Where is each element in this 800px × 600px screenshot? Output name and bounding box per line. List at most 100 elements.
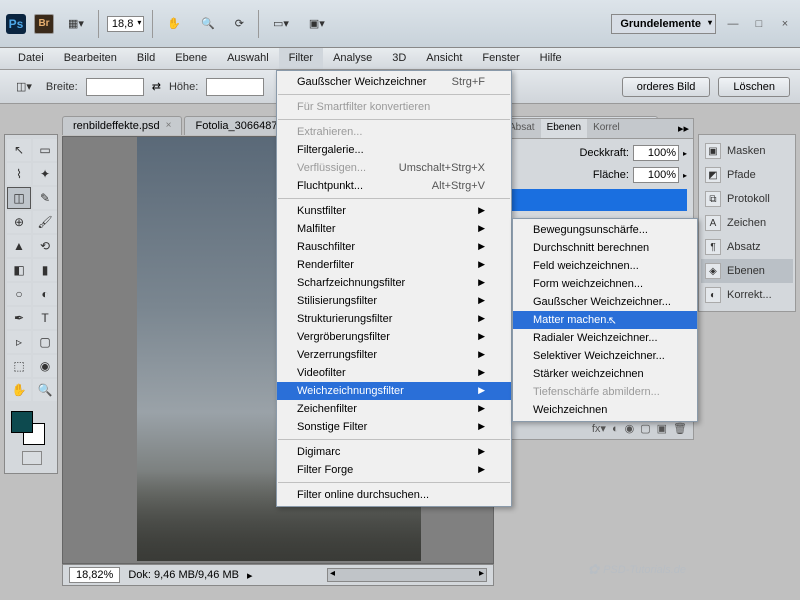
blur-tool-icon[interactable]: ○ [7, 283, 31, 305]
clear-button[interactable]: Löschen [718, 77, 790, 97]
menu-fenster[interactable]: Fenster [472, 48, 529, 69]
panel-masken[interactable]: ▣Masken [701, 139, 793, 163]
screen-mode-icon[interactable]: ▣▾ [303, 15, 331, 32]
sub-bewegung[interactable]: Bewegungsunschärfe... [513, 221, 697, 239]
fx-icon[interactable]: fx▾ [592, 422, 606, 435]
heal-tool-icon[interactable]: ⊕ [7, 211, 31, 233]
menu-rauschfilter[interactable]: Rauschfilter▶ [277, 238, 511, 256]
sub-feld[interactable]: Feld weichzeichnen... [513, 257, 697, 275]
menu-3d[interactable]: 3D [382, 48, 416, 69]
menu-auswahl[interactable]: Auswahl [217, 48, 279, 69]
crop-tool-icon[interactable]: ◫ [7, 187, 31, 209]
menu-filterforge[interactable]: Filter Forge▶ [277, 461, 511, 479]
eraser-tool-icon[interactable]: ◧ [7, 259, 31, 281]
sub-durchschnitt[interactable]: Durchschnitt berechnen [513, 239, 697, 257]
panel-more-icon[interactable]: ▸▸ [674, 119, 693, 138]
menu-renderfilter[interactable]: Renderfilter▶ [277, 256, 511, 274]
adjust-icon[interactable]: ◉ [625, 422, 635, 435]
minimize-icon[interactable]: — [724, 18, 742, 30]
3d-tool-icon[interactable]: ⬚ [7, 355, 31, 377]
stamp-tool-icon[interactable]: ▲ [7, 235, 31, 257]
menu-ansicht[interactable]: Ansicht [416, 48, 472, 69]
sub-matter[interactable]: Matter machen...↖ [513, 311, 697, 329]
chevron-right-icon[interactable]: ▸ [683, 171, 687, 180]
height-input[interactable] [206, 78, 264, 96]
menu-stilisierung[interactable]: Stilisierungsfilter▶ [277, 292, 511, 310]
chevron-right-icon[interactable]: ▸ [683, 149, 687, 158]
menu-filter[interactable]: Filter [279, 48, 323, 69]
close-icon[interactable]: × [776, 18, 794, 30]
tab-korrekturen[interactable]: Korrel [587, 119, 626, 138]
folder-icon[interactable]: ▢ [640, 422, 650, 435]
history-brush-icon[interactable]: ⟲ [33, 235, 57, 257]
path-select-icon[interactable]: ▹ [7, 331, 31, 353]
trash-icon[interactable]: 🗑 [673, 422, 687, 435]
opacity-input[interactable] [633, 145, 679, 161]
marquee-tool-icon[interactable]: ▭ [33, 139, 57, 161]
width-input[interactable] [86, 78, 144, 96]
panel-pfade[interactable]: ◩Pfade [701, 163, 793, 187]
sub-staerker[interactable]: Stärker weichzeichnen [513, 365, 697, 383]
quickmask-icon[interactable] [22, 451, 42, 465]
sub-gauss[interactable]: Gaußscher Weichzeichner... [513, 293, 697, 311]
menu-bearbeiten[interactable]: Bearbeiten [54, 48, 127, 69]
move-tool-icon[interactable]: ↖ [7, 139, 31, 161]
shape-tool-icon[interactable]: ▢ [33, 331, 57, 353]
menu-scharfzeichnung[interactable]: Scharfzeichnungsfilter▶ [277, 274, 511, 292]
panel-absatz[interactable]: ¶Absatz [701, 235, 793, 259]
zoom-select[interactable]: 18,8 [107, 16, 144, 32]
menu-sonstige[interactable]: Sonstige Filter▶ [277, 418, 511, 436]
menu-verzerrung[interactable]: Verzerrungsfilter▶ [277, 346, 511, 364]
menu-videofilter[interactable]: Videofilter▶ [277, 364, 511, 382]
hand-tool-icon[interactable]: ✋ [7, 379, 31, 401]
brush-tool-icon[interactable]: 🖌 [33, 211, 57, 233]
menu-hilfe[interactable]: Hilfe [530, 48, 572, 69]
tab-ebenen[interactable]: Ebenen [541, 119, 587, 138]
menu-weichzeichnung[interactable]: Weichzeichnungsfilter▶ [277, 382, 511, 400]
sub-form[interactable]: Form weichzeichnen... [513, 275, 697, 293]
type-tool-icon[interactable]: T [33, 307, 57, 329]
hand-tool-icon[interactable]: ✋ [161, 15, 187, 32]
mask-icon[interactable]: ◐ [612, 423, 619, 435]
doc-tab[interactable]: renbildeffekte.psd× [62, 116, 182, 135]
maximize-icon[interactable]: □ [750, 18, 768, 30]
front-image-button[interactable]: orderes Bild [622, 77, 711, 97]
menu-filtergalerie[interactable]: Filtergalerie... [277, 141, 511, 159]
zoom-percent[interactable]: 18,82% [69, 567, 120, 583]
sub-selektiv[interactable]: Selektiver Weichzeichner... [513, 347, 697, 365]
menu-ebene[interactable]: Ebene [165, 48, 217, 69]
layer-row[interactable] [509, 189, 687, 211]
rotate-view-icon[interactable]: ⟳ [229, 15, 250, 32]
menu-analyse[interactable]: Analyse [323, 48, 382, 69]
wand-tool-icon[interactable]: ✦ [33, 163, 57, 185]
bridge-icon[interactable]: Br [34, 14, 54, 34]
pen-tool-icon[interactable]: ✒ [7, 307, 31, 329]
sub-radial[interactable]: Radialer Weichzeichner... [513, 329, 697, 347]
crop-tool-preset-icon[interactable]: ◫▾ [10, 78, 38, 95]
panel-zeichen[interactable]: AZeichen [701, 211, 793, 235]
dodge-tool-icon[interactable]: ◐ [33, 283, 57, 305]
menu-digimarc[interactable]: Digimarc▶ [277, 443, 511, 461]
menu-strukturierung[interactable]: Strukturierungsfilter▶ [277, 310, 511, 328]
doc-tab[interactable]: Fotolia_3066487 [184, 116, 288, 135]
arrange-icon[interactable]: ▭▾ [267, 15, 295, 32]
layout-icon[interactable]: ▦▾ [62, 15, 90, 32]
color-swatches[interactable] [7, 409, 57, 449]
panel-protokoll[interactable]: ⧉Protokoll [701, 187, 793, 211]
fill-input[interactable] [633, 167, 679, 183]
sub-weichzeichnen[interactable]: Weichzeichnen [513, 401, 697, 419]
fg-color[interactable] [11, 411, 33, 433]
panel-korrekturen[interactable]: ◐Korrekt... [701, 283, 793, 307]
zoom-tool-icon[interactable]: 🔍 [33, 379, 57, 401]
h-scrollbar[interactable] [327, 568, 487, 582]
close-tab-icon[interactable]: × [166, 120, 172, 132]
menu-bild[interactable]: Bild [127, 48, 165, 69]
menu-zeichenfilter[interactable]: Zeichenfilter▶ [277, 400, 511, 418]
gradient-tool-icon[interactable]: ▮ [33, 259, 57, 281]
zoom-tool-icon[interactable]: 🔍 [195, 15, 221, 32]
menu-filter-online[interactable]: Filter online durchsuchen... [277, 486, 511, 504]
eyedropper-tool-icon[interactable]: ✎ [33, 187, 57, 209]
menu-vergroeberung[interactable]: Vergröberungsfilter▶ [277, 328, 511, 346]
menu-malfilter[interactable]: Malfilter▶ [277, 220, 511, 238]
workspace-select[interactable]: Grundelemente [611, 14, 716, 34]
